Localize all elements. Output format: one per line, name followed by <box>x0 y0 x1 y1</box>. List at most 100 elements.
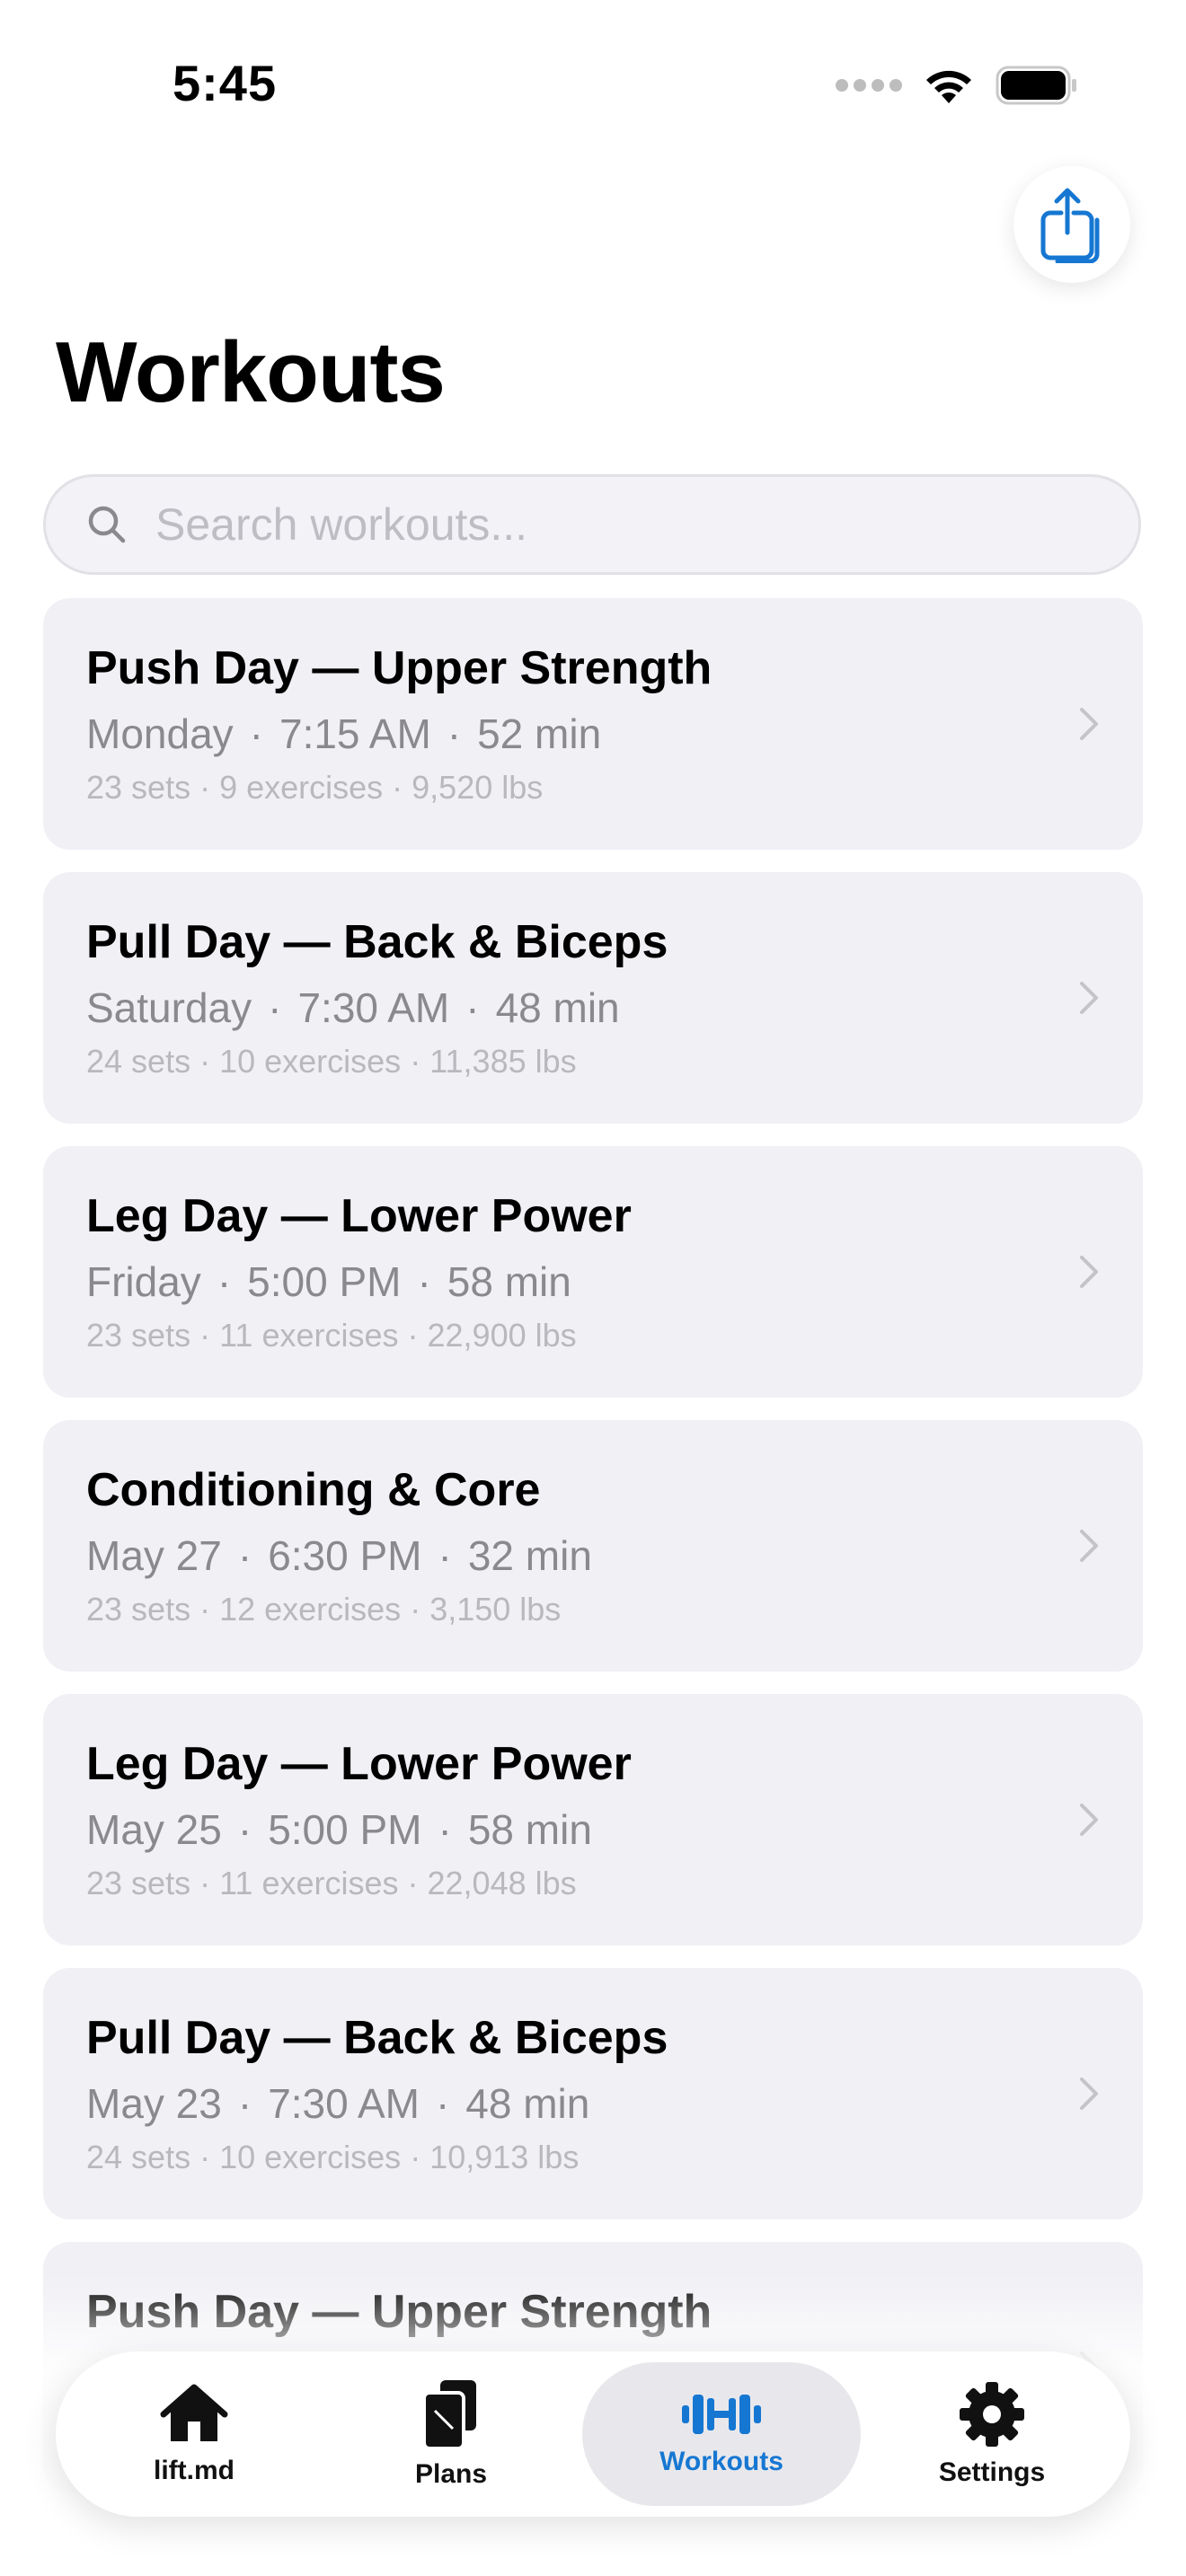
workout-card[interactable]: Pull Day — Back & Biceps Saturday · 7:30 A… <box>43 872 1143 1124</box>
separator-dot: · <box>199 2139 211 2175</box>
workout-exercises: 12 exercises <box>219 1591 402 1628</box>
status-time: 5:45 <box>173 55 278 111</box>
workout-title: Leg Day — Lower Power <box>86 1738 632 1790</box>
chevron-right-icon <box>1080 1804 1098 1836</box>
workout-time: 5:00 PM <box>247 1258 402 1305</box>
separator-dot: · <box>199 1591 211 1628</box>
workout-sets: 23 sets <box>86 1591 191 1628</box>
workout-volume: 9,520 lbs <box>412 769 544 806</box>
workout-stats: 23 sets · 12 exercises · 3,150 lbs <box>86 1591 561 1628</box>
workout-card[interactable]: Pull Day — Back & Biceps May 23 · 7:30 AM ·… <box>43 1968 1143 2219</box>
workout-time: 6:30 PM <box>268 1532 422 1579</box>
separator-dot: · <box>392 769 403 806</box>
workout-volume: 22,900 lbs <box>427 1317 577 1354</box>
workout-card[interactable]: Leg Day — Lower Power Friday · 5:00 PM · 58 … <box>43 1146 1143 1398</box>
tab-plans[interactable]: Plans <box>325 2362 577 2506</box>
workout-volume: 22,048 lbs <box>427 1865 577 1901</box>
workout-exercises: 11 exercises <box>219 1317 399 1354</box>
dumbbell-icon <box>680 2391 763 2438</box>
tab-workouts[interactable]: Workouts <box>582 2362 861 2506</box>
workout-volume: 10,913 lbs <box>429 2139 580 2175</box>
workout-schedule: Friday · 5:00 PM · 58 min <box>86 1257 571 1306</box>
workout-day: May 23 <box>86 2080 222 2127</box>
workout-day: Monday <box>86 710 234 757</box>
workout-sets: 24 sets <box>86 2139 191 2175</box>
workout-sets: 23 sets <box>86 769 191 806</box>
tab-label: Plans <box>414 2459 488 2489</box>
chevron-right-icon <box>1080 2078 1098 2110</box>
tab-label: Workouts <box>659 2447 783 2476</box>
separator-dot: · <box>410 2139 421 2175</box>
workout-stats: 23 sets · 9 exercises · 9,520 lbs <box>86 769 543 807</box>
workout-duration: 48 min <box>465 2080 590 2127</box>
share-button[interactable] <box>1013 166 1130 283</box>
wifi-icon <box>922 66 976 105</box>
separator-dot: · <box>447 710 462 757</box>
separator-dot: · <box>237 1532 252 1579</box>
separator-dot: · <box>249 710 263 757</box>
separator-dot: · <box>438 1532 452 1579</box>
workout-stats: 23 sets · 11 exercises · 22,048 lbs <box>86 1865 577 1902</box>
separator-dot: · <box>410 1043 421 1080</box>
tab-settings[interactable]: Settings <box>866 2362 1118 2506</box>
workout-sets: 23 sets <box>86 1317 191 1354</box>
workout-card[interactable]: Leg Day — Lower Power May 25 · 5:00 PM · 58 … <box>43 1694 1143 1945</box>
workout-sets: 23 sets <box>86 1865 191 1901</box>
separator-dot: · <box>199 769 211 806</box>
workout-day: May 27 <box>86 1532 222 1579</box>
tab-bar: lift.md Plans Workouts Settings <box>56 2351 1130 2517</box>
share-icon <box>1040 188 1100 263</box>
workout-duration: 58 min <box>467 1806 592 1853</box>
separator-dot: · <box>435 2080 450 2127</box>
status-icons <box>836 63 1078 108</box>
workout-duration: 32 min <box>467 1532 592 1579</box>
workout-stats: 24 sets · 10 exercises · 11,385 lbs <box>86 1043 577 1081</box>
workout-time: 5:00 PM <box>268 1806 422 1853</box>
separator-dot: · <box>410 1591 421 1628</box>
separator-dot: · <box>407 1317 419 1354</box>
workout-sets: 24 sets <box>86 1043 191 1080</box>
tab-lift-md[interactable]: lift.md <box>68 2362 320 2506</box>
gear-icon <box>958 2380 1026 2448</box>
chevron-right-icon <box>1080 982 1098 1014</box>
tab-label: Settings <box>938 2457 1046 2487</box>
workout-title: Conditioning & Core <box>86 1464 541 1516</box>
separator-dot: · <box>237 2080 252 2127</box>
chevron-right-icon <box>1080 1530 1098 1562</box>
workout-time: 7:15 AM <box>279 710 431 757</box>
separator-dot: · <box>237 1806 252 1853</box>
workout-stats: 24 sets · 10 exercises · 10,913 lbs <box>86 2139 579 2176</box>
search-bar[interactable] <box>43 474 1141 575</box>
workout-title: Pull Day — Back & Biceps <box>86 2012 668 2064</box>
search-icon <box>87 503 130 546</box>
workout-title: Push Day — Upper Strength <box>86 642 712 694</box>
cellular-signal-icon <box>836 79 902 92</box>
workout-schedule: May 23 · 7:30 AM · 48 min <box>86 2079 589 2128</box>
separator-dot: · <box>465 984 480 1031</box>
workout-exercises: 10 exercises <box>219 2139 402 2175</box>
workout-schedule: May 25 · 5:00 PM · 58 min <box>86 1805 592 1854</box>
workout-title: Pull Day — Back & Biceps <box>86 916 668 968</box>
workout-schedule: Monday · 7:15 AM · 52 min <box>86 710 601 758</box>
workout-schedule: May 27 · 6:30 PM · 32 min <box>86 1531 592 1580</box>
workout-exercises: 10 exercises <box>219 1043 402 1080</box>
workout-exercises: 9 exercises <box>219 769 384 806</box>
workout-duration: 52 min <box>477 710 602 757</box>
workout-list: Push Day — Upper Strength Monday · 7:15 AM… <box>43 598 1143 2516</box>
documents-icon <box>419 2378 483 2450</box>
separator-dot: · <box>199 1865 211 1901</box>
workout-stats: 23 sets · 11 exercises · 22,900 lbs <box>86 1317 577 1354</box>
workout-card[interactable]: Conditioning & Core May 27 · 6:30 PM · 32 mi… <box>43 1420 1143 1672</box>
separator-dot: · <box>199 1317 211 1354</box>
separator-dot: · <box>268 984 282 1031</box>
workout-day: May 25 <box>86 1806 222 1853</box>
workout-day: Friday <box>86 1258 201 1305</box>
workout-exercises: 11 exercises <box>219 1865 399 1901</box>
workout-title: Leg Day — Lower Power <box>86 1190 632 1242</box>
search-input[interactable] <box>154 498 1056 551</box>
chevron-right-icon <box>1080 1256 1098 1288</box>
workout-card[interactable]: Push Day — Upper Strength Monday · 7:15 AM… <box>43 598 1143 850</box>
separator-dot: · <box>199 1043 211 1080</box>
chevron-right-icon <box>1080 708 1098 740</box>
workout-duration: 58 min <box>447 1258 571 1305</box>
